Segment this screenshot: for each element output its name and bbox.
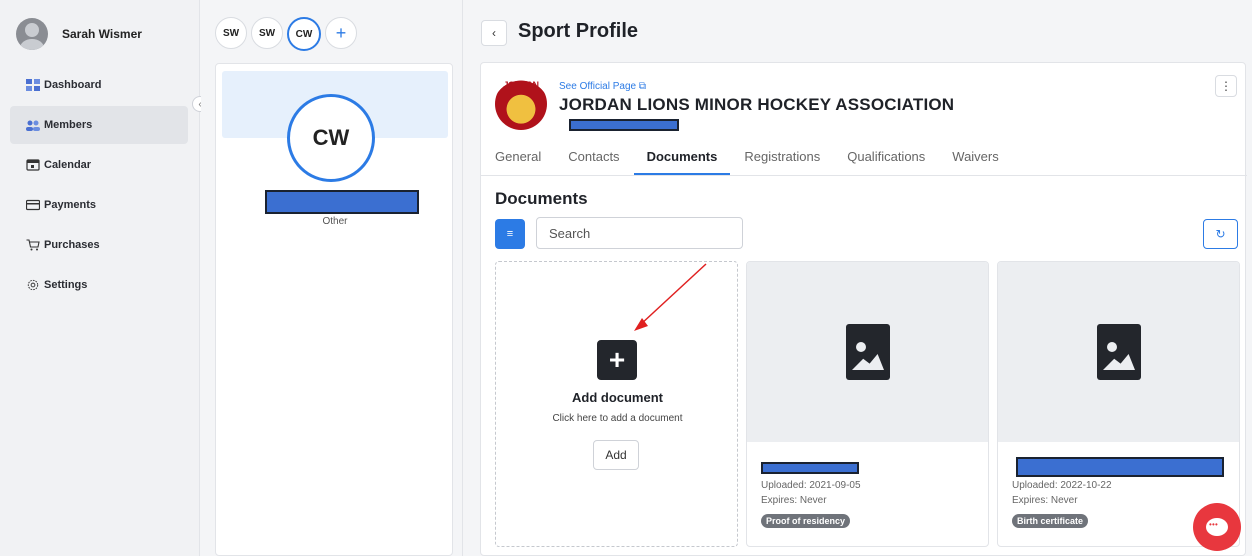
sidebar-item-payments[interactable]: Payments — [10, 186, 188, 224]
document-type-badge: Birth certificate — [1012, 514, 1089, 528]
document-uploaded: Uploaded: 2022-10-22 — [1012, 480, 1112, 491]
user-profile[interactable]: Sarah Wismer — [16, 18, 142, 50]
tab-contacts[interactable]: Contacts — [568, 149, 619, 175]
tab-documents[interactable]: Documents — [633, 149, 731, 175]
section-title: Documents — [495, 189, 588, 208]
document-card[interactable]: Uploaded: 2021-09-05 Expires: Never Proo… — [746, 261, 989, 547]
add-document-title: Add document — [572, 390, 663, 405]
document-uploaded: Uploaded: 2021-09-05 — [761, 480, 861, 491]
sidebar-nav: Dashboard Members Calendar Payments Purc… — [10, 66, 188, 306]
user-avatar — [16, 18, 48, 50]
document-type-badge: Proof of residency — [761, 514, 851, 528]
member-name-redacted — [265, 190, 419, 214]
sidebar-item-dashboard[interactable]: Dashboard — [10, 66, 188, 104]
add-document-subtitle: Click here to add a document — [552, 413, 683, 424]
member-column: SW SW CW + CW Other — [201, 0, 463, 556]
refresh-button[interactable]: ↻ — [1203, 219, 1238, 249]
org-subtitle-redacted — [569, 119, 679, 131]
document-thumbnail — [747, 262, 988, 442]
profile-tabs: General Contacts Documents Registrations… — [495, 149, 1026, 175]
more-options-button[interactable]: ⋮ — [1215, 75, 1237, 97]
sidebar-item-members[interactable]: Members — [10, 106, 188, 144]
document-card[interactable]: Uploaded: 2022-10-22 Expires: Never Birt… — [997, 261, 1240, 547]
member-avatar: CW — [287, 94, 375, 182]
official-page-link[interactable]: See Official Page ⧉ — [559, 81, 646, 92]
sidebar-item-label: Dashboard — [44, 79, 102, 91]
chat-icon — [1206, 518, 1228, 536]
member-chip[interactable]: SW — [251, 17, 283, 49]
filter-button[interactable]: ≡ — [495, 219, 525, 249]
org-logo-text: JORDAN — [503, 80, 539, 90]
sidebar-item-label: Calendar — [44, 159, 92, 171]
calendar-icon — [26, 159, 40, 171]
tab-qualifications[interactable]: Qualifications — [847, 149, 925, 175]
member-role: Other — [322, 216, 348, 227]
add-document-button[interactable]: Add — [593, 440, 639, 470]
org-logo: JORDAN — [495, 78, 547, 130]
org-name: JORDAN LIONS MINOR HOCKEY ASSOCIATION — [559, 95, 955, 114]
sidebar-item-label: Purchases — [44, 239, 100, 251]
tabs-divider — [481, 175, 1247, 176]
sidebar: Sarah Wismer Dashboard Members Calendar … — [0, 0, 200, 556]
document-expires: Expires: Never — [1012, 495, 1078, 506]
refresh-icon: ↻ — [1215, 227, 1226, 241]
user-name: Sarah Wismer — [62, 27, 142, 41]
sidebar-item-label: Payments — [44, 199, 96, 211]
document-expires: Expires: Never — [761, 495, 827, 506]
member-chip[interactable]: SW — [215, 17, 247, 49]
add-document-card[interactable]: + Add document Click here to add a docum… — [495, 261, 738, 547]
add-member-button[interactable]: + — [325, 17, 357, 49]
member-switcher: SW SW CW + — [215, 17, 357, 51]
cart-icon — [26, 239, 40, 251]
chat-button[interactable] — [1193, 503, 1241, 551]
sidebar-item-purchases[interactable]: Purchases — [10, 226, 188, 264]
image-file-icon — [1097, 324, 1141, 380]
gear-icon — [26, 279, 40, 291]
member-chip-selected[interactable]: CW — [287, 17, 321, 51]
card-icon — [25, 199, 41, 211]
document-name-redacted — [761, 462, 859, 474]
sidebar-item-settings[interactable]: Settings — [10, 266, 188, 304]
sport-profile-card: JORDAN See Official Page ⧉ JORDAN LIONS … — [480, 62, 1247, 556]
image-file-icon — [846, 324, 890, 380]
sidebar-item-label: Settings — [44, 279, 88, 291]
tab-general[interactable]: General — [495, 149, 541, 175]
member-panel: CW Other — [215, 63, 453, 556]
plus-icon: + — [597, 340, 637, 380]
back-button[interactable]: ‹ — [481, 20, 507, 46]
sidebar-item-calendar[interactable]: Calendar — [10, 146, 188, 184]
main-content: ‹ Sport Profile JORDAN See Official Page… — [464, 0, 1252, 556]
page-title: Sport Profile — [518, 20, 639, 42]
document-name-redacted — [1016, 457, 1224, 477]
members-icon — [26, 119, 40, 131]
filter-icon: ≡ — [506, 228, 514, 240]
tab-registrations[interactable]: Registrations — [744, 149, 820, 175]
sidebar-item-label: Members — [44, 119, 93, 131]
tab-waivers[interactable]: Waivers — [952, 149, 998, 175]
search-input[interactable]: Search — [536, 217, 743, 249]
document-thumbnail — [998, 262, 1239, 442]
dashboard-icon — [26, 79, 40, 91]
